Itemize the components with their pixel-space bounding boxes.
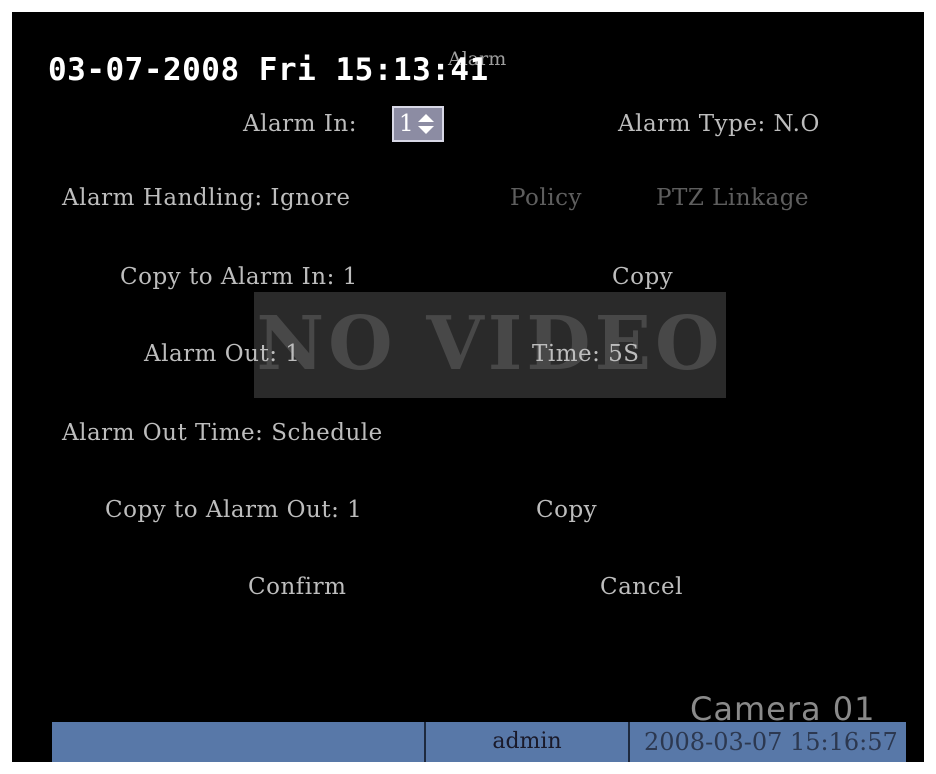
up-down-arrow-icon — [417, 114, 434, 134]
copy-to-alarm-out[interactable]: Copy to Alarm Out: 1 — [105, 497, 362, 523]
current-user: admin — [424, 722, 630, 762]
confirm-button[interactable]: Confirm — [248, 574, 346, 600]
ptz-linkage-button[interactable]: PTZ Linkage — [656, 185, 809, 211]
policy-button[interactable]: Policy — [510, 185, 582, 211]
copy-to-alarm-in[interactable]: Copy to Alarm In: 1 — [120, 264, 358, 290]
datetime-overlay: 03-07-2008 Fri 15:13:41 — [48, 52, 489, 88]
alarm-in-spinner[interactable]: 1 — [392, 106, 444, 142]
alarm-in-value: 1 — [399, 110, 414, 137]
screenshot: NO VIDEO Alarm 03-07-2008 Fri 15:13:41 A… — [0, 0, 936, 774]
alarm-out-time-duration[interactable]: Time: 5S — [532, 341, 640, 367]
cancel-button[interactable]: Cancel — [600, 574, 683, 600]
alarm-type[interactable]: Alarm Type: N.O — [618, 111, 820, 137]
alarm-out-time-schedule[interactable]: Alarm Out Time: Schedule — [62, 420, 383, 446]
copy-alarm-out-button[interactable]: Copy — [536, 497, 597, 523]
copy-alarm-in-button[interactable]: Copy — [612, 264, 673, 290]
alarm-handling[interactable]: Alarm Handling: Ignore — [62, 185, 350, 211]
no-video-label: NO VIDEO — [256, 301, 724, 387]
status-bar: admin 2008-03-07 15:16:57 — [52, 722, 906, 762]
alarm-out[interactable]: Alarm Out: 1 — [144, 341, 300, 367]
status-clock: 2008-03-07 15:16:57 — [644, 728, 898, 756]
alarm-in-label: Alarm In: — [243, 111, 357, 137]
camera-name: Camera 01 — [690, 690, 876, 728]
